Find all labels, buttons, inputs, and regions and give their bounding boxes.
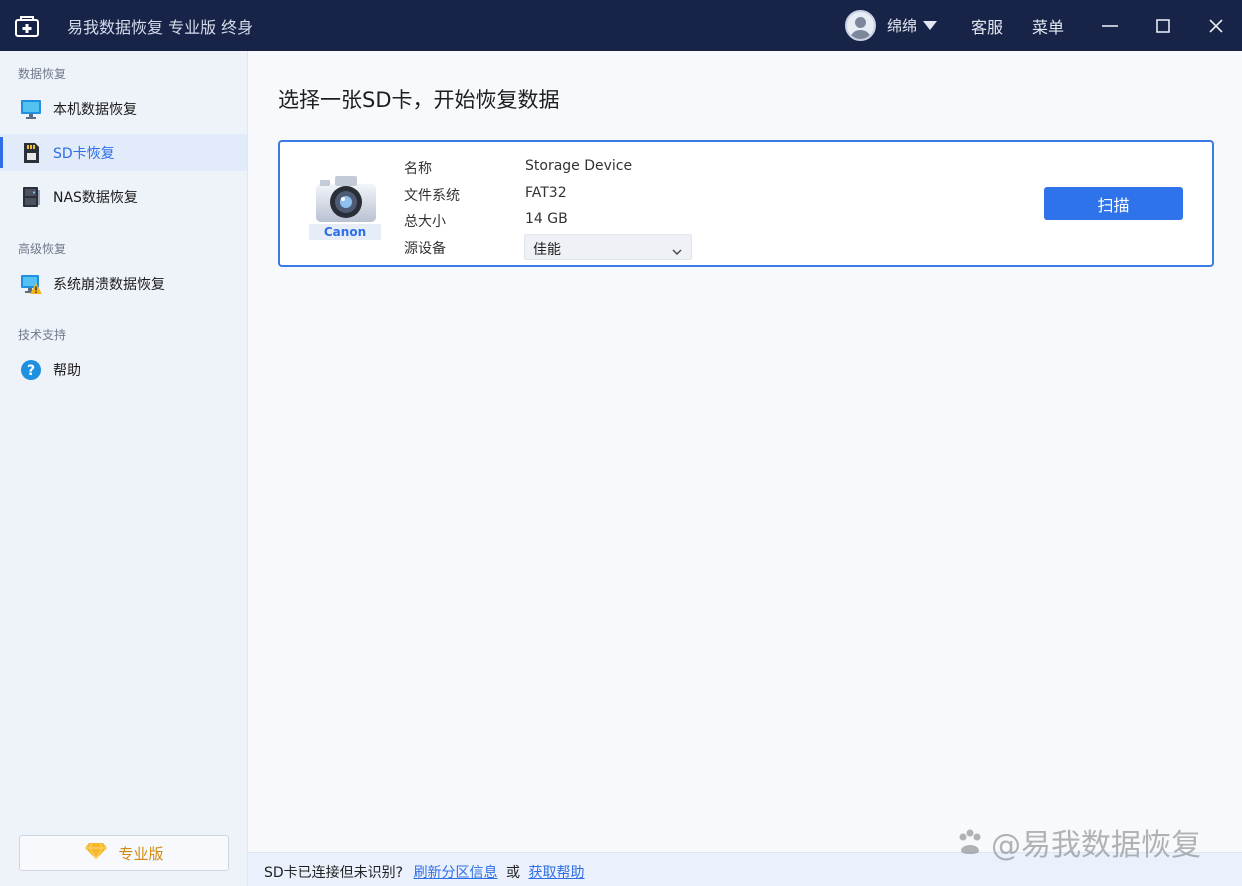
- crash-warning-icon: [20, 273, 42, 295]
- sidebar-item-label: 帮助: [53, 362, 81, 379]
- watermark: @易我数据恢复: [955, 820, 1201, 864]
- title-bar: 易我数据恢复 专业版 终身 绵绵 客服 菜单: [0, 0, 1242, 51]
- source-device-value: 佳能: [533, 242, 561, 258]
- svg-text:?: ?: [27, 363, 35, 379]
- menu-button[interactable]: 菜单: [1032, 14, 1064, 38]
- watermark-text: @易我数据恢复: [991, 828, 1201, 863]
- section-label-tech-support: 技术支持: [18, 328, 67, 342]
- sidebar-item-label: 本机数据恢复: [53, 101, 137, 118]
- user-dropdown-caret-icon[interactable]: [922, 21, 937, 30]
- sidebar-item-sd-recovery[interactable]: SD卡恢复: [0, 134, 247, 171]
- prop-name-label: 名称: [404, 161, 432, 177]
- sidebar: 数据恢复 本机数据恢复 SD卡恢复 NAS数据恢复 高级恢复 系统崩溃数据恢复 …: [0, 51, 248, 886]
- camera-brand-label: Canon: [309, 224, 381, 240]
- prop-filesystem-value: FAT32: [525, 185, 567, 201]
- sidebar-item-system-crash-recovery[interactable]: 系统崩溃数据恢复: [0, 265, 247, 302]
- source-device-select[interactable]: 佳能: [524, 234, 692, 260]
- pro-version-label: 专业版: [118, 844, 164, 863]
- prop-size-label: 总大小: [404, 214, 446, 230]
- camera-icon: [313, 172, 379, 228]
- get-help-link[interactable]: 获取帮助: [528, 865, 584, 881]
- prop-size-value: 14 GB: [525, 211, 568, 227]
- sidebar-item-help[interactable]: ? 帮助: [0, 351, 247, 388]
- close-icon[interactable]: [1204, 14, 1228, 38]
- footer-question: SD卡已连接但未识别?: [264, 865, 404, 881]
- user-name[interactable]: 绵绵: [887, 15, 917, 36]
- help-icon: ?: [20, 359, 42, 381]
- sidebar-item-label: 系统崩溃数据恢复: [53, 276, 165, 293]
- sidebar-item-label: NAS数据恢复: [53, 189, 138, 206]
- monitor-icon: [20, 98, 42, 120]
- nas-icon: [20, 186, 42, 208]
- sd-device-card[interactable]: Canon 名称 Storage Device 文件系统 FAT32 总大小 1…: [278, 140, 1214, 267]
- paw-icon: [955, 827, 985, 857]
- footer-or: 或: [506, 865, 521, 881]
- scan-button[interactable]: 扫描: [1044, 187, 1183, 220]
- maximize-icon[interactable]: [1151, 14, 1175, 38]
- section-label-advanced-recovery: 高级恢复: [18, 242, 67, 256]
- chevron-down-icon: [672, 242, 682, 255]
- customer-service-button[interactable]: 客服: [971, 14, 1003, 38]
- app-logo-icon: [15, 15, 39, 37]
- app-title: 易我数据恢复 专业版 终身: [67, 17, 254, 37]
- diamond-icon: [84, 842, 108, 864]
- sidebar-item-local-recovery[interactable]: 本机数据恢复: [0, 90, 247, 127]
- section-label-data-recovery: 数据恢复: [18, 67, 67, 81]
- page-title: 选择一张SD卡，开始恢复数据: [278, 88, 560, 112]
- sidebar-item-label: SD卡恢复: [53, 145, 115, 162]
- camera-device: Canon: [309, 172, 381, 240]
- sidebar-item-nas-recovery[interactable]: NAS数据恢复: [0, 178, 247, 215]
- prop-source-device-label: 源设备: [404, 241, 446, 257]
- pro-version-button[interactable]: 专业版: [19, 835, 229, 871]
- prop-name-value: Storage Device: [525, 158, 633, 174]
- sd-card-icon: [20, 142, 42, 164]
- prop-filesystem-label: 文件系统: [404, 188, 460, 204]
- user-avatar[interactable]: [844, 10, 876, 41]
- footer-message: SD卡已连接但未识别? 刷新分区信息 或 获取帮助: [264, 862, 584, 882]
- refresh-partition-link[interactable]: 刷新分区信息: [414, 865, 498, 881]
- minimize-icon[interactable]: [1098, 14, 1122, 38]
